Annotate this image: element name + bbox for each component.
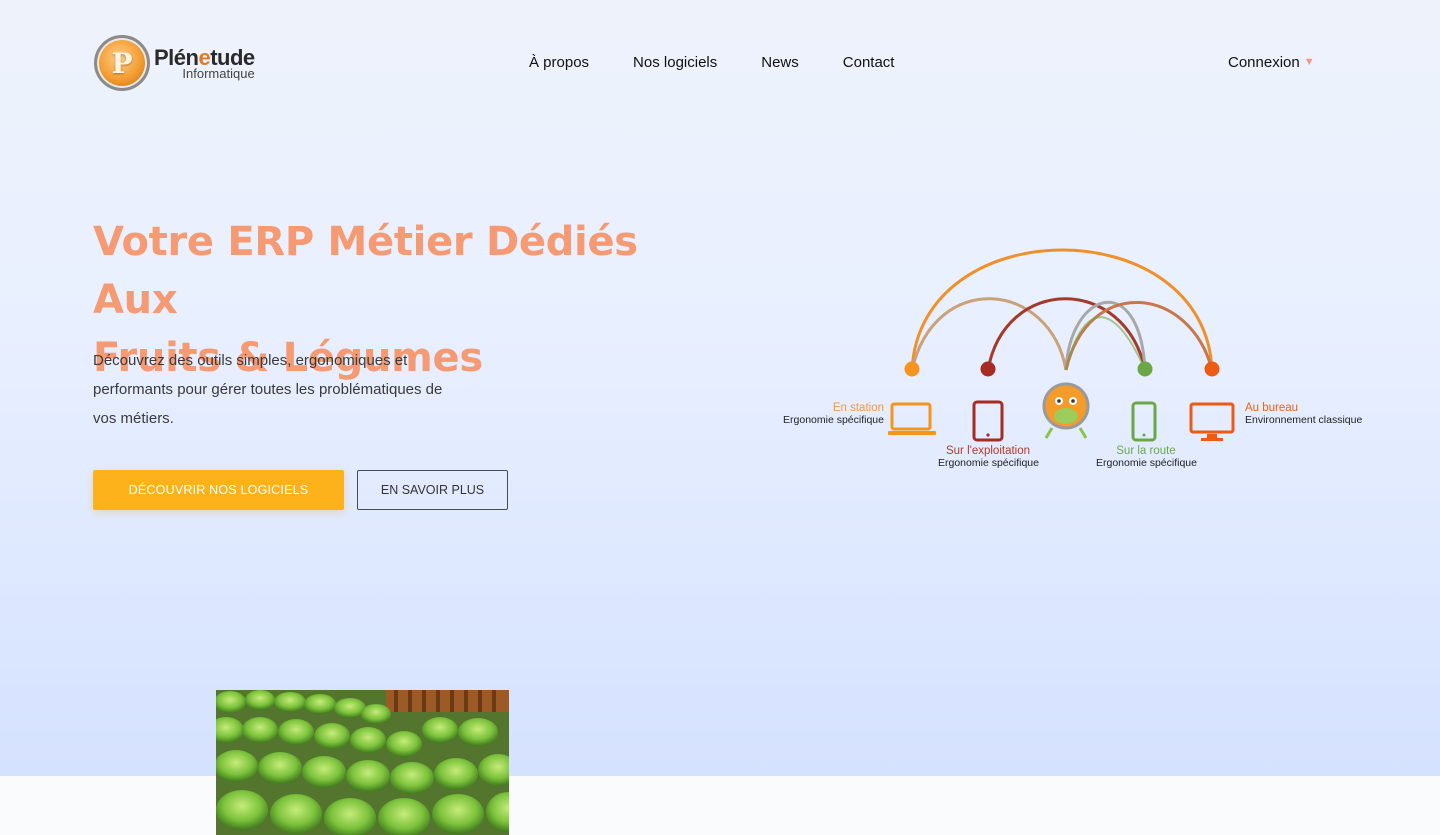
label-exploitation-title: Sur l'exploitation [945,445,1031,457]
logo-coin-icon: P [94,35,150,91]
label-exploitation-subtitle: Ergonomie spécifique [938,457,1039,469]
tablet-icon [972,400,1004,442]
brand-logo[interactable]: P Plénetude Informatique [94,35,274,91]
lettuce-field-photo [216,690,509,835]
main-nav: À propos Nos logiciels News Contact [529,54,938,71]
login-menu[interactable]: Connexion ▼ [1228,54,1315,71]
label-route-subtitle: Ergonomie spécifique [1096,457,1197,469]
label-route-title: Sur la route [1116,445,1176,457]
logo-text: Plénetude Informatique [154,46,255,80]
hero-description: Découvrez des outils simples, ergonomiqu… [93,352,443,427]
label-route: Sur la route Ergonomie spécifique [1096,445,1197,469]
label-en-station-title: En station [832,402,884,414]
logo-monogram: P [111,46,133,80]
label-bureau-title: Au bureau [1245,402,1299,414]
login-label: Connexion [1228,54,1300,71]
node-bureau [1204,361,1220,377]
discover-software-button[interactable]: DÉCOUVRIR NOS LOGICIELS [93,470,344,510]
node-station [904,361,920,377]
mascot-coin-icon [1042,382,1090,439]
connection-arcs-diagram [888,248,1235,442]
platform-illustration: En station Ergonomie spécifique Sur l'ex… [770,230,1370,490]
label-bureau-subtitle: Environnement classique [1245,414,1363,426]
lettuce-field-image [216,690,509,835]
nav-item-software[interactable]: Nos logiciels [633,54,717,71]
phone-icon [1131,401,1157,442]
learn-more-button[interactable]: EN SAVOIR PLUS [357,470,508,510]
node-route [1137,361,1153,377]
label-en-station: En station Ergonomie spécifique [782,402,884,426]
label-bureau: Au bureau Environnement classique [1245,402,1362,426]
nav-item-about[interactable]: À propos [529,54,589,71]
label-en-station-subtitle: Ergonomie spécifique [783,414,884,426]
monitor-icon [1189,402,1235,441]
hero-title-line1: Votre ERP Métier Dédiés Aux [93,219,638,323]
node-exploitation [980,361,996,377]
laptop-icon [888,402,936,435]
nav-item-news[interactable]: News [761,54,799,71]
nav-item-contact[interactable]: Contact [843,54,895,71]
chevron-down-icon: ▼ [1303,56,1315,68]
label-exploitation: Sur l'exploitation Ergonomie spécifique [938,445,1039,469]
